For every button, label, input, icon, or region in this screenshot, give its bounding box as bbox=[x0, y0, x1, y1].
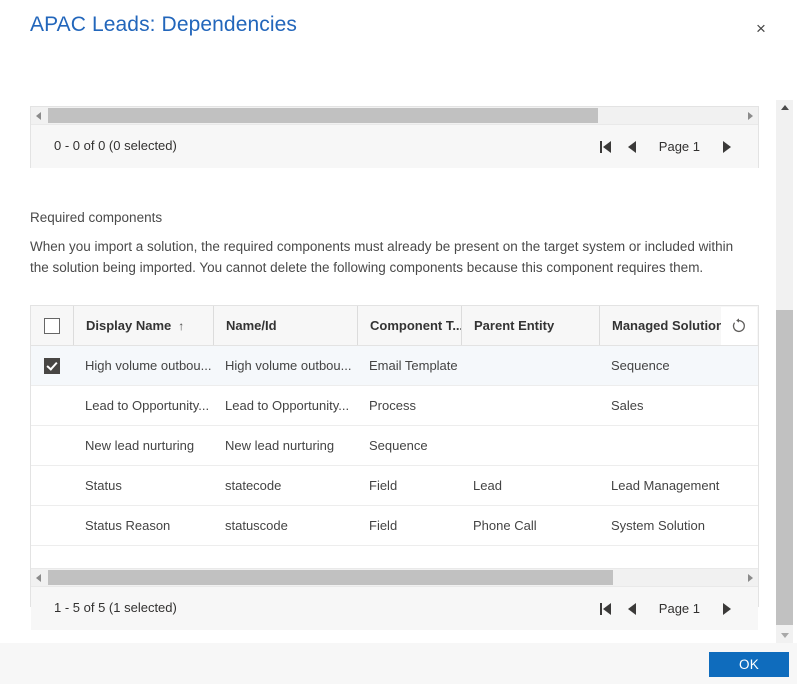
column-header-component-type[interactable]: Component T... bbox=[357, 306, 461, 346]
cell-display-name: Status Reason bbox=[73, 505, 213, 546]
scroll-left-icon[interactable] bbox=[31, 107, 46, 124]
dialog-body: 0 - 0 of 0 (0 selected) Page 1 Required … bbox=[0, 62, 797, 643]
table-header-row: Display Name ↑ Name/Id Component T... Pa… bbox=[31, 306, 758, 346]
cell-display-name: High volume outbou... bbox=[73, 345, 213, 386]
vertical-scroll-thumb[interactable] bbox=[776, 310, 793, 625]
table-row[interactable]: Status Reason statuscode Field Phone Cal… bbox=[31, 505, 758, 546]
required-components-table: Display Name ↑ Name/Id Component T... Pa… bbox=[31, 306, 758, 546]
cell-display-name: Lead to Opportunity... bbox=[73, 385, 213, 426]
cell-display-name: Status bbox=[73, 465, 213, 506]
required-components-pager: 1 - 5 of 5 (1 selected) Page 1 bbox=[31, 587, 758, 630]
column-header-display-name-label: Display Name bbox=[86, 318, 172, 333]
row-select-cell[interactable] bbox=[31, 465, 73, 506]
cell-component-type: Field bbox=[357, 465, 461, 506]
close-icon[interactable]: × bbox=[745, 12, 777, 44]
top-grid-horizontal-scrollbar[interactable] bbox=[31, 107, 758, 125]
required-components-pager-controls: Page 1 bbox=[593, 587, 740, 630]
first-page-icon[interactable] bbox=[593, 132, 619, 162]
top-grid-record-count: 0 - 0 of 0 (0 selected) bbox=[54, 138, 177, 153]
ok-button[interactable]: OK bbox=[709, 652, 789, 677]
cell-managed-solution bbox=[599, 425, 758, 466]
cell-component-type: Process bbox=[357, 385, 461, 426]
dialog-footer: OK bbox=[0, 643, 797, 684]
scroll-up-icon[interactable] bbox=[776, 100, 793, 115]
column-header-parent-entity[interactable]: Parent Entity bbox=[461, 306, 599, 346]
cell-component-type: Email Template bbox=[357, 345, 461, 386]
required-components-horizontal-scrollbar[interactable] bbox=[31, 568, 758, 587]
cell-display-name: New lead nurturing bbox=[73, 425, 213, 466]
table-row[interactable]: New lead nurturing New lead nurturing Se… bbox=[31, 425, 758, 466]
sort-ascending-icon: ↑ bbox=[178, 318, 185, 333]
row-checkbox[interactable] bbox=[44, 357, 60, 374]
required-components-heading: Required components bbox=[30, 210, 163, 225]
grid-spacer bbox=[31, 546, 758, 568]
column-header-display-name[interactable]: Display Name ↑ bbox=[73, 306, 213, 346]
table-body: High volume outbou... High volume outbou… bbox=[31, 345, 758, 546]
column-header-select-all[interactable] bbox=[31, 306, 73, 346]
scroll-right-icon[interactable] bbox=[743, 107, 758, 124]
scroll-left-icon[interactable] bbox=[31, 569, 46, 586]
table-row[interactable]: Status statecode Field Lead Lead Managem… bbox=[31, 465, 758, 506]
table-header: Display Name ↑ Name/Id Component T... Pa… bbox=[31, 306, 758, 346]
page-title: APAC Leads: Dependencies bbox=[30, 13, 298, 36]
column-header-name-id[interactable]: Name/Id bbox=[213, 306, 357, 346]
cell-parent-entity bbox=[461, 425, 599, 466]
next-page-icon[interactable] bbox=[714, 594, 740, 624]
cell-parent-entity: Phone Call bbox=[461, 505, 599, 546]
cell-managed-solution: System Solution bbox=[599, 505, 758, 546]
cell-managed-solution: Sequence bbox=[599, 345, 758, 386]
required-components-scroll-thumb[interactable] bbox=[48, 570, 613, 585]
previous-page-icon[interactable] bbox=[619, 132, 645, 162]
row-select-cell[interactable] bbox=[31, 425, 73, 466]
required-components-record-count: 1 - 5 of 5 (1 selected) bbox=[54, 600, 177, 615]
scroll-down-icon[interactable] bbox=[776, 628, 793, 643]
cell-component-type: Sequence bbox=[357, 425, 461, 466]
column-header-managed-solution-label: Managed Solution bbox=[612, 318, 724, 333]
cell-managed-solution: Sales bbox=[599, 385, 758, 426]
required-components-description: When you import a solution, the required… bbox=[30, 239, 734, 275]
cell-component-type: Field bbox=[357, 505, 461, 546]
top-grid-pager: 0 - 0 of 0 (0 selected) Page 1 bbox=[31, 125, 758, 168]
dependencies-dialog: APAC Leads: Dependencies × 0 - 0 of 0 (0… bbox=[0, 0, 797, 684]
table-row[interactable]: Lead to Opportunity... Lead to Opportuni… bbox=[31, 385, 758, 426]
refresh-icon[interactable] bbox=[721, 307, 757, 345]
dependent-components-grid: 0 - 0 of 0 (0 selected) Page 1 bbox=[30, 106, 759, 168]
scroll-right-icon[interactable] bbox=[743, 569, 758, 586]
row-select-cell[interactable] bbox=[31, 345, 73, 386]
top-grid-pager-controls: Page 1 bbox=[593, 125, 740, 168]
row-select-cell[interactable] bbox=[31, 385, 73, 426]
row-select-cell[interactable] bbox=[31, 505, 73, 546]
cell-name-id: statuscode bbox=[213, 505, 357, 546]
cell-parent-entity bbox=[461, 385, 599, 426]
column-header-name-id-label: Name/Id bbox=[226, 318, 277, 333]
required-components-grid: Display Name ↑ Name/Id Component T... Pa… bbox=[30, 305, 759, 630]
previous-page-icon[interactable] bbox=[619, 594, 645, 624]
top-grid-page-label: Page 1 bbox=[658, 139, 700, 154]
cell-parent-entity bbox=[461, 345, 599, 386]
cell-name-id: statecode bbox=[213, 465, 357, 506]
next-page-icon[interactable] bbox=[714, 132, 740, 162]
dialog-vertical-scrollbar[interactable] bbox=[775, 100, 793, 643]
required-components-page-label: Page 1 bbox=[658, 601, 700, 616]
table-row[interactable]: High volume outbou... High volume outbou… bbox=[31, 345, 758, 386]
cell-name-id: New lead nurturing bbox=[213, 425, 357, 466]
top-grid-scroll-thumb[interactable] bbox=[48, 108, 598, 123]
select-all-checkbox[interactable] bbox=[44, 317, 60, 334]
dialog-header: APAC Leads: Dependencies × bbox=[0, 0, 797, 62]
cell-name-id: Lead to Opportunity... bbox=[213, 385, 357, 426]
column-header-component-type-label: Component T... bbox=[370, 318, 461, 333]
cell-name-id: High volume outbou... bbox=[213, 345, 357, 386]
first-page-icon[interactable] bbox=[593, 594, 619, 624]
cell-parent-entity: Lead bbox=[461, 465, 599, 506]
cell-managed-solution: Lead Management bbox=[599, 465, 758, 506]
column-header-parent-entity-label: Parent Entity bbox=[474, 318, 555, 333]
